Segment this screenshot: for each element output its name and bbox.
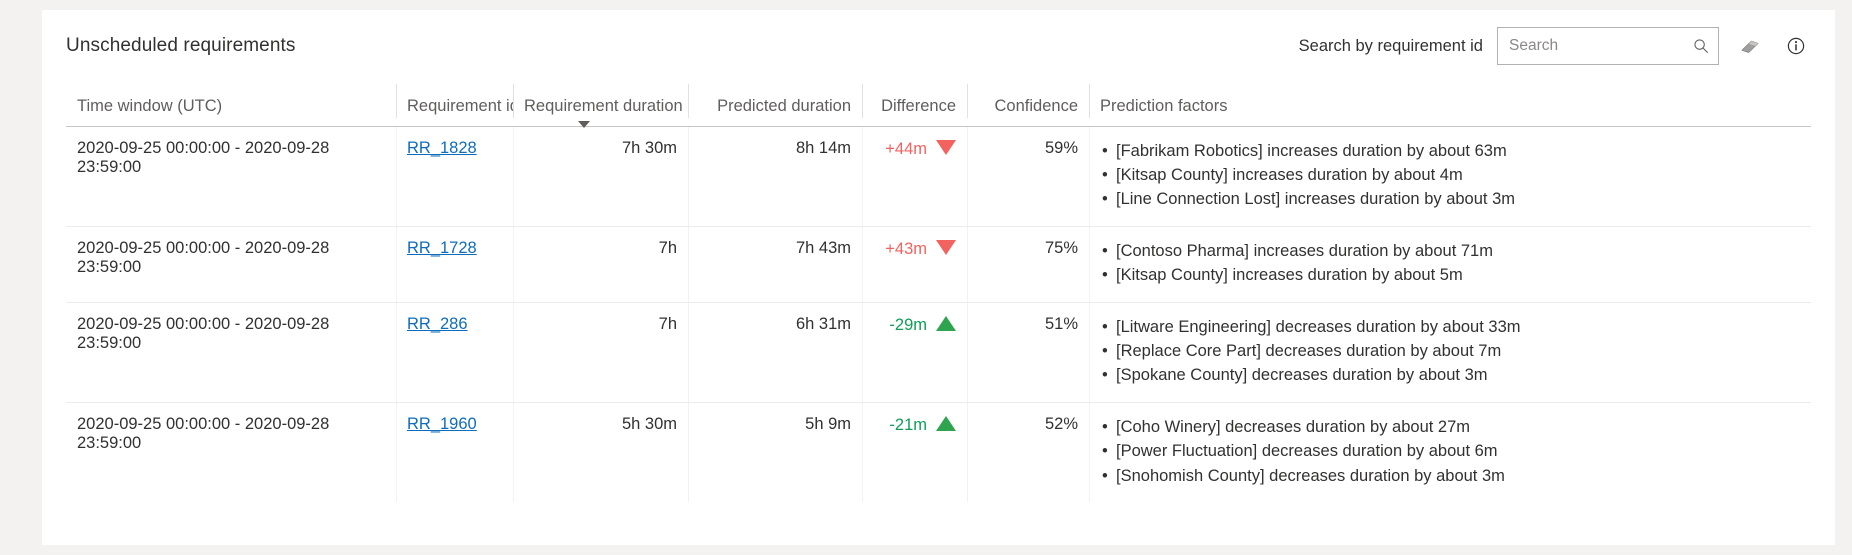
cell-predicted-duration: 7h 43m: [688, 226, 862, 303]
cell-requirement-id: RR_1960: [396, 402, 513, 502]
column-header-time-window[interactable]: Time window (UTC): [66, 82, 396, 126]
cell-requirement-id: RR_1828: [396, 126, 513, 227]
cell-predicted-duration: 6h 31m: [688, 302, 862, 403]
list-item: [Spokane County] decreases duration by a…: [1102, 363, 1800, 388]
list-item: [Replace Core Part] decreases duration b…: [1102, 339, 1800, 364]
cell-difference: +44m: [862, 126, 967, 227]
cell-requirement-id: RR_1728: [396, 226, 513, 303]
trend-up-icon: [936, 415, 956, 431]
trend-down-icon: [936, 239, 956, 255]
difference-value: +44m: [885, 139, 927, 158]
cell-requirement-duration: 7h: [513, 302, 688, 403]
requirements-table: Time window (UTC) Requirement id Require…: [66, 82, 1811, 502]
cell-difference: +43m: [862, 226, 967, 303]
column-header-prediction-factors[interactable]: Prediction factors: [1089, 82, 1811, 126]
table-body: 2020-09-25 00:00:00 - 2020-09-28 23:59:0…: [66, 126, 1811, 502]
requirement-id-link[interactable]: RR_286: [407, 315, 468, 333]
cell-prediction-factors: [Coho Winery] decreases duration by abou…: [1089, 402, 1811, 502]
trend-down-icon: [936, 139, 956, 155]
cell-requirement-duration: 5h 30m: [513, 402, 688, 502]
table-header-row: Time window (UTC) Requirement id Require…: [66, 82, 1811, 128]
cell-time-window: 2020-09-25 00:00:00 - 2020-09-28 23:59:0…: [66, 126, 396, 227]
list-item: [Line Connection Lost] increases duratio…: [1102, 187, 1800, 212]
requirements-table-wrap: Time window (UTC) Requirement id Require…: [42, 82, 1835, 502]
list-item: [Kitsap County] increases duration by ab…: [1102, 263, 1800, 288]
list-item: [Litware Engineering] decreases duration…: [1102, 315, 1800, 340]
cell-prediction-factors: [Contoso Pharma] increases duration by a…: [1089, 226, 1811, 303]
prediction-factor-list: [Coho Winery] decreases duration by abou…: [1100, 415, 1800, 489]
search-box[interactable]: [1497, 27, 1719, 65]
table-header: Time window (UTC) Requirement id Require…: [66, 82, 1811, 128]
search-icon[interactable]: [1693, 38, 1709, 54]
prediction-factor-list: [Contoso Pharma] increases duration by a…: [1100, 239, 1800, 288]
cell-requirement-duration: 7h 30m: [513, 126, 688, 227]
table-row[interactable]: 2020-09-25 00:00:00 - 2020-09-28 23:59:0…: [66, 302, 1811, 403]
cell-requirement-id: RR_286: [396, 302, 513, 403]
cell-confidence: 52%: [967, 402, 1089, 502]
search-input[interactable]: [1509, 37, 1689, 55]
search-label: Search by requirement id: [1298, 36, 1483, 55]
column-header-requirement-id[interactable]: Requirement id: [396, 82, 513, 126]
column-header-difference[interactable]: Difference: [862, 82, 967, 126]
list-item: [Contoso Pharma] increases duration by a…: [1102, 239, 1800, 264]
cell-predicted-duration: 8h 14m: [688, 126, 862, 227]
table-row[interactable]: 2020-09-25 00:00:00 - 2020-09-28 23:59:0…: [66, 226, 1811, 303]
prediction-factor-list: [Fabrikam Robotics] increases duration b…: [1100, 139, 1800, 213]
cell-confidence: 59%: [967, 126, 1089, 227]
list-item: [Power Fluctuation] decreases duration b…: [1102, 439, 1800, 464]
column-header-confidence[interactable]: Confidence: [967, 82, 1089, 126]
column-header-requirement-duration[interactable]: Requirement duration: [513, 82, 688, 128]
cell-prediction-factors: [Litware Engineering] decreases duration…: [1089, 302, 1811, 403]
unscheduled-requirements-card: Unscheduled requirements Search by requi…: [42, 10, 1835, 545]
list-item: [Snohomish County] decreases duration by…: [1102, 464, 1800, 489]
column-header-predicted-duration[interactable]: Predicted duration: [688, 82, 862, 126]
list-item: [Coho Winery] decreases duration by abou…: [1102, 415, 1800, 440]
card-header: Unscheduled requirements Search by requi…: [42, 10, 1835, 82]
difference-value: -21m: [889, 415, 927, 434]
trend-up-icon: [936, 315, 956, 331]
list-item: [Kitsap County] increases duration by ab…: [1102, 163, 1800, 188]
page-title: Unscheduled requirements: [66, 35, 296, 56]
cell-time-window: 2020-09-25 00:00:00 - 2020-09-28 23:59:0…: [66, 226, 396, 303]
requirement-id-link[interactable]: RR_1728: [407, 239, 477, 257]
list-item: [Fabrikam Robotics] increases duration b…: [1102, 139, 1800, 164]
prediction-factor-list: [Litware Engineering] decreases duration…: [1100, 315, 1800, 389]
cell-confidence: 51%: [967, 302, 1089, 403]
difference-value: +43m: [885, 239, 927, 258]
table-row[interactable]: 2020-09-25 00:00:00 - 2020-09-28 23:59:0…: [66, 402, 1811, 502]
info-icon[interactable]: [1779, 29, 1813, 63]
header-actions: Search by requirement id: [1299, 27, 1813, 65]
cell-time-window: 2020-09-25 00:00:00 - 2020-09-28 23:59:0…: [77, 414, 330, 452]
cell-confidence: 75%: [967, 226, 1089, 303]
table-row[interactable]: 2020-09-25 00:00:00 - 2020-09-28 23:59:0…: [66, 126, 1811, 227]
cell-predicted-duration: 5h 9m: [688, 402, 862, 502]
difference-value: -29m: [889, 315, 927, 334]
cell-difference: -29m: [862, 302, 967, 403]
eraser-icon[interactable]: [1733, 29, 1767, 63]
requirement-id-link[interactable]: RR_1828: [407, 139, 477, 157]
requirement-id-link[interactable]: RR_1960: [407, 415, 477, 433]
cell-requirement-duration: 7h: [513, 226, 688, 303]
cell-prediction-factors: [Fabrikam Robotics] increases duration b…: [1089, 126, 1811, 227]
cell-difference: -21m: [862, 402, 967, 502]
cell-time-window: 2020-09-25 00:00:00 - 2020-09-28 23:59:0…: [66, 302, 396, 403]
